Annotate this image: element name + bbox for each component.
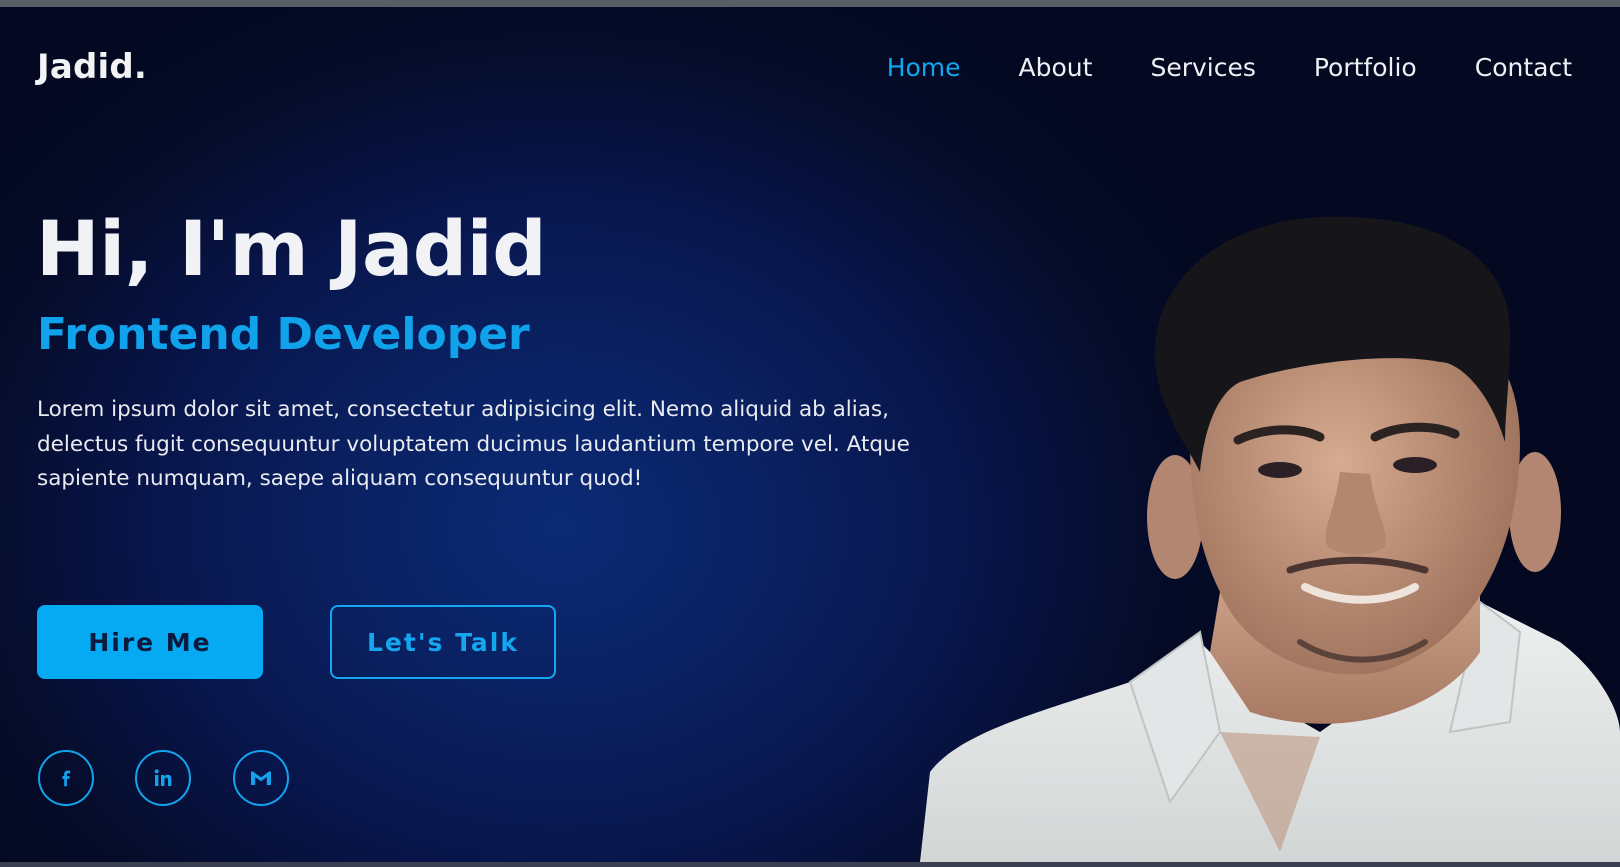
nav-about[interactable]: About <box>1019 51 1093 85</box>
hero-title: Hi, I'm Jadid <box>36 204 547 293</box>
lets-talk-button[interactable]: Let's Talk <box>330 605 556 679</box>
brand-logo[interactable]: Jadid. <box>37 47 147 87</box>
nav-services[interactable]: Services <box>1150 51 1255 85</box>
linkedin-link[interactable] <box>135 750 191 806</box>
hero-description: Lorem ipsum dolor sit amet, consectetur … <box>37 397 910 491</box>
linkedin-icon <box>154 769 172 786</box>
nav-portfolio[interactable]: Portfolio <box>1314 51 1417 85</box>
facebook-icon <box>62 770 71 787</box>
gmail-link[interactable] <box>233 750 289 806</box>
profile-photo <box>920 216 1620 862</box>
page: Jadid. Home About Services Portfolio Con… <box>0 0 1620 867</box>
facebook-link[interactable] <box>38 750 94 806</box>
hire-me-button[interactable]: Hire Me <box>37 605 263 679</box>
main-nav: Home About Services Portfolio Contact <box>829 51 1572 85</box>
gmail-icon <box>251 771 271 785</box>
nav-contact[interactable]: Contact <box>1475 51 1572 85</box>
hero-role: Frontend Developer <box>37 309 530 360</box>
nav-home[interactable]: Home <box>887 51 961 85</box>
